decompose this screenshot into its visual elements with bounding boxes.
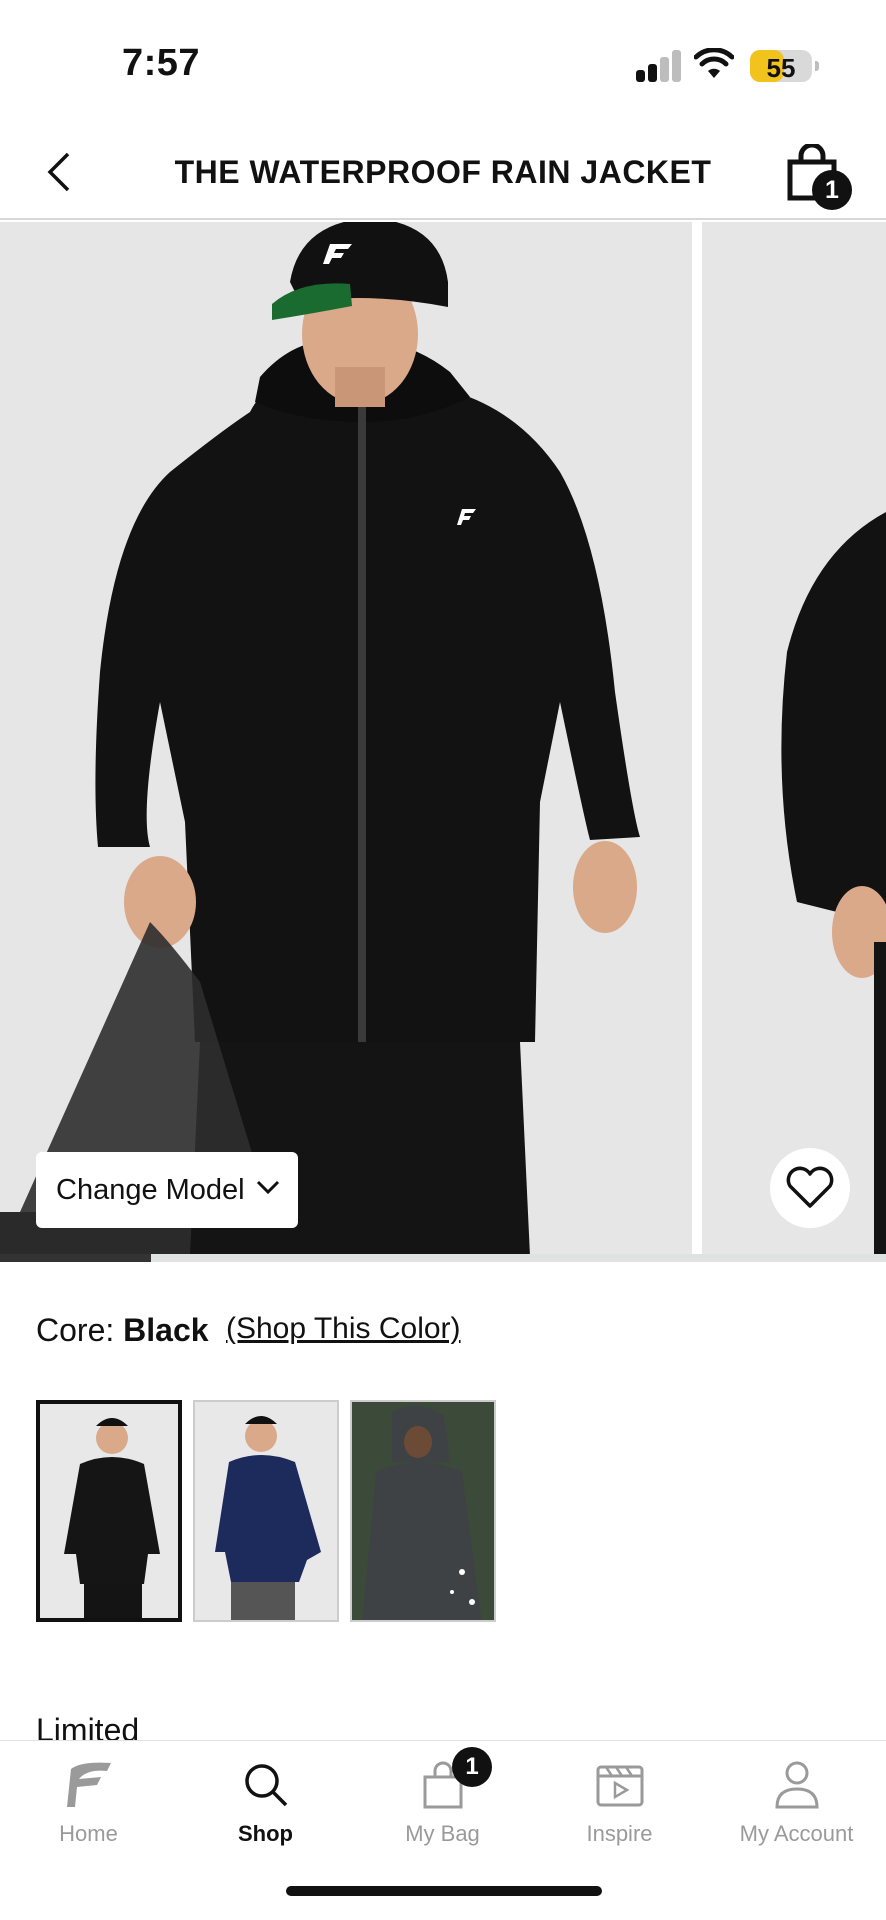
color-swatch-black[interactable] — [36, 1400, 182, 1622]
swatch-image — [40, 1404, 178, 1618]
wifi-icon — [694, 48, 734, 78]
product-image-carousel[interactable] — [0, 222, 886, 1256]
brand-logo-icon — [66, 1762, 111, 1807]
back-chevron-icon[interactable] — [40, 150, 80, 194]
home-indicator — [286, 1886, 602, 1896]
tab-my-bag[interactable]: 1 My Bag — [354, 1741, 531, 1871]
tab-my-account[interactable]: My Account — [708, 1741, 885, 1871]
tab-shop[interactable]: Shop — [177, 1741, 354, 1871]
change-model-button[interactable]: Change Model — [36, 1152, 298, 1228]
tab-home[interactable]: Home — [0, 1741, 177, 1871]
tab-label: My Bag — [405, 1821, 480, 1846]
product-image-next — [702, 222, 886, 1256]
carousel-progress-bar — [0, 1254, 886, 1262]
swatch-image — [195, 1402, 337, 1620]
color-swatch-charcoal[interactable] — [350, 1400, 496, 1622]
shop-this-color-link[interactable]: (Shop This Color) — [226, 1312, 461, 1346]
color-label: Core: Black — [36, 1312, 209, 1349]
search-icon — [244, 1764, 287, 1807]
page-title: THE WATERPROOF RAIN JACKET — [174, 154, 712, 190]
product-image-main — [0, 222, 692, 1256]
status-bar: 7:57 55 — [0, 0, 886, 120]
tab-label: Home — [59, 1821, 118, 1846]
tab-inspire[interactable]: Inspire — [531, 1741, 708, 1871]
battery-indicator: 55 — [750, 50, 819, 83]
status-time: 7:57 — [122, 42, 201, 84]
color-name: Black — [123, 1312, 209, 1348]
cellular-signal-icon — [636, 50, 681, 82]
swatch-image — [352, 1402, 494, 1620]
tab-label: My Account — [739, 1821, 854, 1846]
tab-bag-badge: 1 — [452, 1747, 492, 1787]
user-icon — [774, 1761, 819, 1809]
change-model-label: Change Model — [56, 1174, 245, 1206]
video-clapper-icon — [596, 1765, 643, 1807]
chevron-down-icon — [256, 1180, 280, 1195]
battery-level: 55 — [766, 53, 796, 83]
header-bag-button[interactable]: 1 — [782, 142, 852, 212]
color-swatch-navy[interactable] — [193, 1400, 339, 1622]
heart-icon — [786, 1166, 834, 1208]
tab-label: Inspire — [586, 1821, 653, 1846]
color-collection: Core: — [36, 1312, 115, 1348]
wishlist-button[interactable] — [770, 1148, 850, 1228]
tab-label: Shop — [238, 1821, 293, 1846]
product-header: THE WATERPROOF RAIN JACKET 1 — [0, 120, 886, 220]
bag-count-badge: 1 — [812, 170, 852, 210]
